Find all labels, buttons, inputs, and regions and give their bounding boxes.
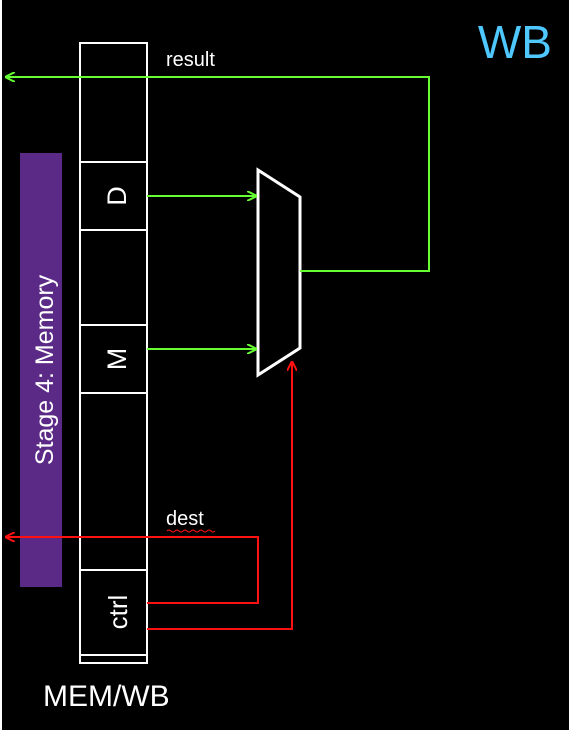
register-field-d-label: D xyxy=(102,186,132,206)
register-field-m-label: M xyxy=(102,348,132,371)
stage-banner-label: Stage 4: Memory xyxy=(31,274,59,465)
writeback-mux xyxy=(256,167,302,378)
spellcheck-underline xyxy=(166,529,216,533)
signal-dest-label: dest xyxy=(166,508,204,530)
signal-result-label: result xyxy=(166,49,215,71)
wire-result xyxy=(6,77,430,272)
wb-stage-diagram: WB Stage 4: Memory D M ctrl MEM/WB resul… xyxy=(0,0,552,730)
wire-mux-select xyxy=(147,362,292,630)
stage-title: WB xyxy=(478,16,552,68)
register-name: MEM/WB xyxy=(43,680,170,713)
register-field-ctrl-label: ctrl xyxy=(103,595,133,630)
